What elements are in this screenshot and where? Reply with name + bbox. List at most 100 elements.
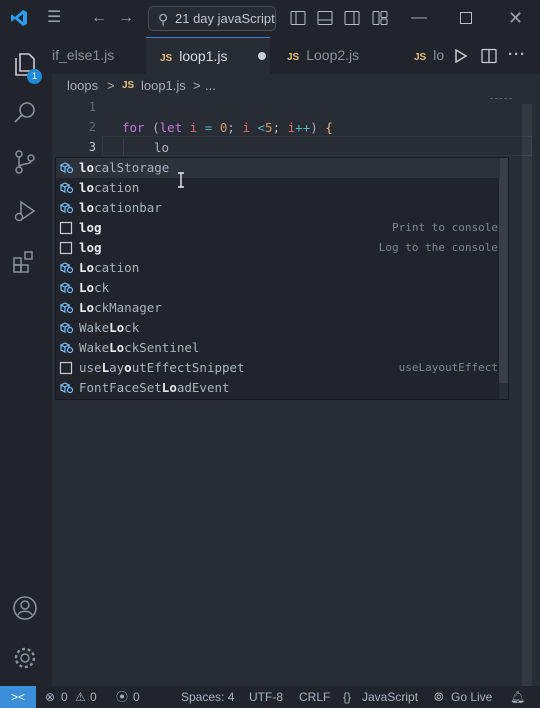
suggestion-label: Location	[79, 260, 140, 275]
back-arrow-icon[interactable]: ←	[91, 9, 107, 27]
go-live-icon: ⦾	[434, 690, 444, 704]
notifications-icon[interactable]: 🔔︎	[510, 686, 525, 708]
suggestion-detail: useLayoutEffect	[398, 361, 498, 374]
unsaved-dot-icon[interactable]	[257, 52, 266, 60]
split-editor-icon[interactable]	[481, 48, 497, 64]
tab-overflow[interactable]: JS lo	[400, 37, 448, 74]
accounts-activity[interactable]	[0, 587, 52, 631]
suggestion-item[interactable]: locationbar	[56, 198, 500, 218]
tab-if-else1[interactable]: if_else1.js	[52, 37, 146, 74]
braces-icon: {}	[343, 690, 352, 704]
snippet-icon	[59, 221, 74, 235]
property-icon	[59, 301, 74, 315]
js-file-icon: JS	[414, 52, 427, 63]
tab-loop1[interactable]: JS loop1.js	[146, 37, 270, 74]
extensions-activity[interactable]	[0, 241, 52, 285]
suggestion-label: log	[79, 220, 102, 235]
suggestion-item[interactable]: WakeLockSentinel	[56, 338, 500, 358]
customize-layout-icon[interactable]	[372, 10, 388, 26]
menu-icon[interactable]: ☰	[47, 9, 61, 27]
property-icon	[59, 181, 74, 195]
command-search-box[interactable]: ⚲ 21 day javaScript	[148, 6, 276, 31]
snippet-icon	[59, 361, 74, 375]
text-cursor-icon	[178, 172, 184, 188]
tab-loop2[interactable]: JS Loop2.js	[270, 37, 394, 74]
breadcrumb-file[interactable]: loop1.js	[141, 74, 186, 98]
suggestion-item[interactable]: WakeLock	[56, 318, 500, 338]
breadcrumb-folder[interactable]: loops	[67, 74, 98, 98]
warning-icon: ⚠	[75, 690, 86, 704]
vscode-logo-icon	[11, 10, 27, 26]
suggestion-label: FontFaceSetLoadEvent	[79, 380, 230, 395]
source-control-icon	[15, 150, 35, 174]
suggestion-label: log	[79, 240, 102, 255]
js-file-icon: JS	[287, 52, 300, 63]
account-icon	[13, 596, 37, 620]
search-icon: ⚲	[158, 11, 169, 27]
suggestion-item[interactable]: FontFaceSetLoadEvent	[56, 378, 500, 398]
indent-guide	[123, 138, 124, 156]
js-file-icon: JS	[122, 80, 135, 91]
tab-label: if_else1.js	[52, 47, 115, 63]
eol-status[interactable]: CRLF	[299, 686, 330, 708]
code-line-2: for (let i = 0; i <5; i++) {	[122, 120, 333, 135]
warning-count[interactable]: 0	[90, 686, 97, 708]
suggestions-scrollbar[interactable]	[499, 158, 508, 399]
suggestion-item[interactable]: Location	[56, 258, 500, 278]
code-line-3: lo	[154, 140, 170, 155]
ports-count[interactable]: 0	[133, 686, 140, 708]
suggestion-item[interactable]: localStorage	[56, 158, 500, 178]
source-control-activity[interactable]	[0, 141, 52, 185]
property-icon	[59, 261, 74, 275]
suggestion-item[interactable]: location	[56, 178, 500, 198]
maximize-icon[interactable]	[460, 12, 472, 24]
extensions-icon	[13, 251, 33, 273]
forward-arrow-icon[interactable]: →	[118, 9, 134, 27]
breadcrumb-symbol[interactable]: ...	[205, 74, 216, 98]
activity-bar: 1	[0, 37, 52, 686]
explorer-activity[interactable]: 1	[0, 43, 52, 87]
language-status[interactable]: JavaScript	[362, 686, 418, 708]
suggestion-item[interactable]: useLayoutEffectSnippet useLayoutEffect	[56, 358, 500, 378]
title-bar: ☰ ← → ⚲ 21 day javaScript — ✕	[0, 0, 540, 37]
suggestion-item[interactable]: log Print to console	[56, 218, 500, 238]
encoding-status[interactable]: UTF-8	[249, 686, 283, 708]
toggle-sidebar-icon[interactable]	[290, 10, 306, 26]
suggestion-label: locationbar	[79, 200, 162, 215]
toggle-secondary-sidebar-icon[interactable]	[344, 10, 360, 26]
editor-tabs: if_else1.js JS loop1.js JS Loop2.js JS lo ·…	[52, 37, 540, 74]
run-debug-icon	[14, 200, 36, 222]
suggestion-detail: Log to the console	[378, 241, 498, 254]
breadcrumb-separator: >	[193, 78, 201, 93]
error-count[interactable]: 0	[61, 686, 68, 708]
minimap-indicator	[490, 98, 512, 99]
run-icon[interactable]	[454, 49, 467, 63]
close-icon[interactable]: ✕	[508, 9, 523, 27]
suggestion-item[interactable]: LockManager	[56, 298, 500, 318]
breadcrumb-separator: >	[107, 78, 115, 93]
manage-activity[interactable]	[0, 637, 52, 681]
editor-scrollbar[interactable]	[522, 104, 532, 704]
remote-indicator[interactable]: ><	[0, 686, 36, 708]
minimize-icon[interactable]: —	[411, 9, 427, 27]
property-icon	[59, 201, 74, 215]
search-activity[interactable]	[0, 92, 52, 136]
suggestion-label: WakeLock	[79, 320, 140, 335]
tab-label: Loop2.js	[306, 47, 360, 63]
toggle-panel-icon[interactable]	[317, 10, 333, 26]
more-actions-icon[interactable]: ···	[508, 46, 526, 63]
property-icon	[59, 281, 74, 295]
suggestion-item[interactable]: log Log to the console	[56, 238, 500, 258]
suggestion-item[interactable]: Lock	[56, 278, 500, 298]
tab-label: lo	[433, 47, 445, 63]
run-debug-activity[interactable]	[0, 190, 52, 234]
error-icon: ⊗	[45, 690, 56, 704]
suggestion-label: location	[79, 180, 140, 195]
go-live-button[interactable]: Go Live	[451, 686, 492, 708]
suggestion-label: Lock	[79, 280, 110, 295]
snippet-icon	[59, 241, 74, 255]
suggestion-label: useLayoutEffectSnippet	[79, 360, 245, 375]
autocomplete-suggestions[interactable]: localStorage location locationbar log Print …	[55, 157, 509, 400]
line-number: 1	[88, 100, 96, 114]
indentation-status[interactable]: Spaces: 4	[181, 686, 234, 708]
